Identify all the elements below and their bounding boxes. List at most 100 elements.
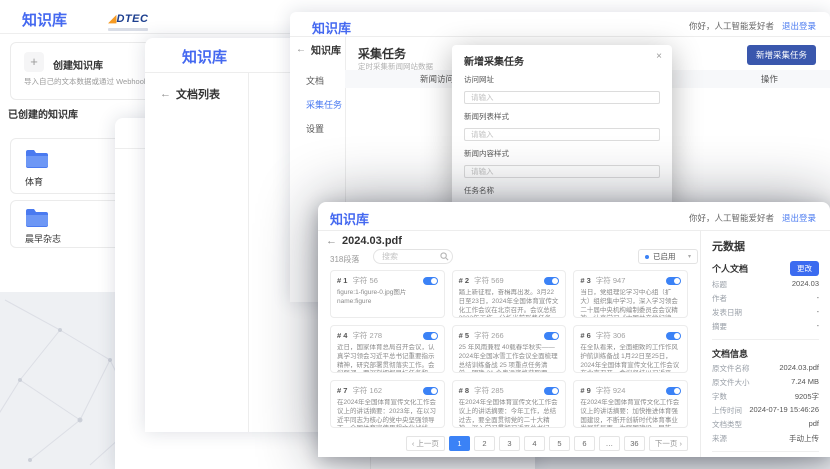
chunk-card[interactable]: # 2字符 569 踏上新征程，奋楫再出发。3月22日至23日，2024年全国体… [452,270,567,318]
app-logo: 知识库 [182,46,227,67]
meta-field-value: - [817,321,820,332]
meta-field-label: 标题 [712,279,727,290]
enabled-filter-dropdown[interactable]: 已启用 ▾ [638,249,698,264]
change-doc-type-button[interactable]: 更改 [790,261,819,276]
new-collect-task-modal: 新增采集任务 × 访问网址 新闻列表样式 新闻内容样式 任务名称 是否定时执行 … [452,45,672,212]
doc-info-value: 手动上传 [789,433,819,444]
back-to-doc-list[interactable]: ← 文档列表 [160,86,220,102]
close-icon[interactable]: × [656,51,662,62]
prev-page-button[interactable]: ‹ 上一页 [406,436,445,451]
chunk-char-count: 字符 306 [596,330,626,341]
search-icon [440,252,449,261]
page-button-36[interactable]: 36 [624,436,645,451]
doc-type-label: 个人文档 [712,262,748,275]
chunk-char-count: 字符 56 [352,275,377,286]
chunk-char-count: 字符 569 [474,275,504,286]
page-ellipsis[interactable]: … [599,436,620,451]
url-input[interactable] [464,91,660,104]
logout-link[interactable]: 退出登录 [782,212,816,224]
dtec-logo: ◢DTEC [108,10,148,31]
chunk-enabled-toggle[interactable] [666,277,681,285]
back-from-document[interactable]: ← 2024.03.pdf [326,235,402,247]
enabled-dot-icon [645,255,649,259]
page-button-4[interactable]: 4 [524,436,545,451]
chunk-enabled-toggle[interactable] [666,332,681,340]
back-arrow-icon: ← [326,235,337,247]
user-greeting: 你好，人工智能爱好者 [689,212,774,224]
column-actions: 操作 [709,73,830,85]
next-page-button[interactable]: 下一页 › [649,436,688,451]
chunk-char-count: 字符 285 [474,385,504,396]
content-style-input[interactable] [464,165,660,178]
pagination: ‹ 上一页 1 2 3 4 5 6 … 36 下一页 › [330,436,688,451]
back-arrow-icon: ← [160,88,171,100]
list-style-input[interactable] [464,128,660,141]
doc-info-label: 文档类型 [712,419,742,430]
created-kb-section-label: 已创建的知识库 [8,106,78,121]
chunk-char-count: 字符 278 [352,330,382,341]
chunk-text: 近日，国家体育总局召开会议，认真学习领会习近平总书记重要指示精神，研究部署贯彻落… [337,344,438,373]
new-collect-task-button[interactable]: 新增采集任务 [747,45,816,65]
chunk-id: # 8 [459,386,469,395]
meta-field-label: 作者 [712,293,727,304]
chunk-enabled-toggle[interactable] [544,332,559,340]
chunk-enabled-toggle[interactable] [423,387,438,395]
chunk-card[interactable]: # 1字符 56 figure:1-figure-0.jpg图片 name:fi… [330,270,445,318]
create-kb-title: 创建知识库 [53,57,103,72]
chunk-text: 在全队看来，全面细致的工作作风护航训练备战 1月22日至25日，2024年全国体… [580,344,681,373]
chunk-enabled-toggle[interactable] [544,277,559,285]
chunk-card[interactable]: # 8 字符 285 在2024年全国体育宣传文化工作会议上的讲话摘要：今年工作，… [452,380,567,428]
sidebar-item-collect-tasks[interactable]: 采集任务 [306,98,342,111]
chunk-id: # 1 [337,276,347,285]
doc-info-value: 9205字 [795,391,819,402]
chunk-id: # 9 [580,386,590,395]
page-button-3[interactable]: 3 [499,436,520,451]
chunk-card[interactable]: # 6字符 306 在全队看来，全面细致的工作作风护航训练备战 1月22日至25… [573,325,688,373]
chunk-card[interactable]: # 9字符 924 在2024年全国体育宣传文化工作会议上的讲话摘要：加快推进体… [573,380,688,428]
dtec-logo-subline [108,28,148,31]
doc-info-label: 来源 [712,433,727,444]
dtec-logo-text: DTEC [116,13,148,25]
kb-card-name: 体育 [25,175,43,188]
sidebar-item-documents[interactable]: 文档 [306,74,324,87]
meta-field-label: 发表日期 [712,307,742,318]
page-button-5[interactable]: 5 [549,436,570,451]
chunk-char-count: 字符 266 [474,330,504,341]
doc-info-value: 7.24 MB [791,377,819,388]
meta-field-label: 摘要 [712,321,727,332]
chunk-card[interactable]: # 7字符 162 在2024年全国体育宣传文化工作会议上的讲话摘要：2023年… [330,380,445,428]
chunk-card[interactable]: # 4字符 278 近日，国家体育总局召开会议，认真学习领会习近平总书记重要指示… [330,325,445,373]
chunk-enabled-toggle[interactable] [544,387,559,395]
app-logo: 知识库 [312,18,351,37]
chunk-enabled-toggle[interactable] [666,387,681,395]
app-logo: 知识库 [22,9,67,30]
chunk-card[interactable]: # 3字符 947 当日，党组理论学习中心组（扩大）组织集中学习，深入学习领会二… [573,270,688,318]
kb-card-name: 晨早杂志 [25,232,61,245]
chunk-enabled-toggle[interactable] [423,332,438,340]
field-label-content-style: 新闻内容样式 [464,148,660,159]
chunk-card[interactable]: # 5字符 266 25 年风雨兼程 40载春华秋实——2024年全国冰雪工作会… [452,325,567,373]
logout-link[interactable]: 退出登录 [782,20,816,32]
meta-field-value: - [817,307,820,318]
plus-icon: + [24,52,44,72]
back-to-kb[interactable]: ← 知识库 [296,42,341,57]
chunk-text: 25 年风雨兼程 40载春华秋实——2024年全国冰雪工作会议全面梳理总结训练备… [459,344,560,373]
chunk-text: 在2024年全国体育宣传文化工作会议上的讲话摘要：今年工作，总结过去，要全面贯彻… [459,399,560,428]
folder-icon [25,208,49,227]
doc-info-label: 原文件名称 [712,363,750,374]
doc-info-title: 文档信息 [712,347,748,360]
chunk-id: # 3 [580,276,590,285]
document-title: 2024.03.pdf [342,235,402,247]
sidebar-item-settings[interactable]: 设置 [306,122,324,135]
page-button-6[interactable]: 6 [574,436,595,451]
app-logo: 知识库 [330,209,369,228]
screen: 知识库 ◢DTEC + 创建知识库 导入自己的文本数据或通过 Webhook 实… [0,0,830,469]
chunk-char-count: 字符 947 [596,275,626,286]
chunk-enabled-toggle[interactable] [423,277,438,285]
doc-info-label: 原文件大小 [712,377,750,388]
meta-field-value: 2024.03 [792,279,819,290]
page-button-1[interactable]: 1 [449,436,470,451]
back-label: 文档列表 [176,86,220,102]
user-greeting: 你好，人工智能爱好者 [689,20,774,32]
page-button-2[interactable]: 2 [474,436,495,451]
